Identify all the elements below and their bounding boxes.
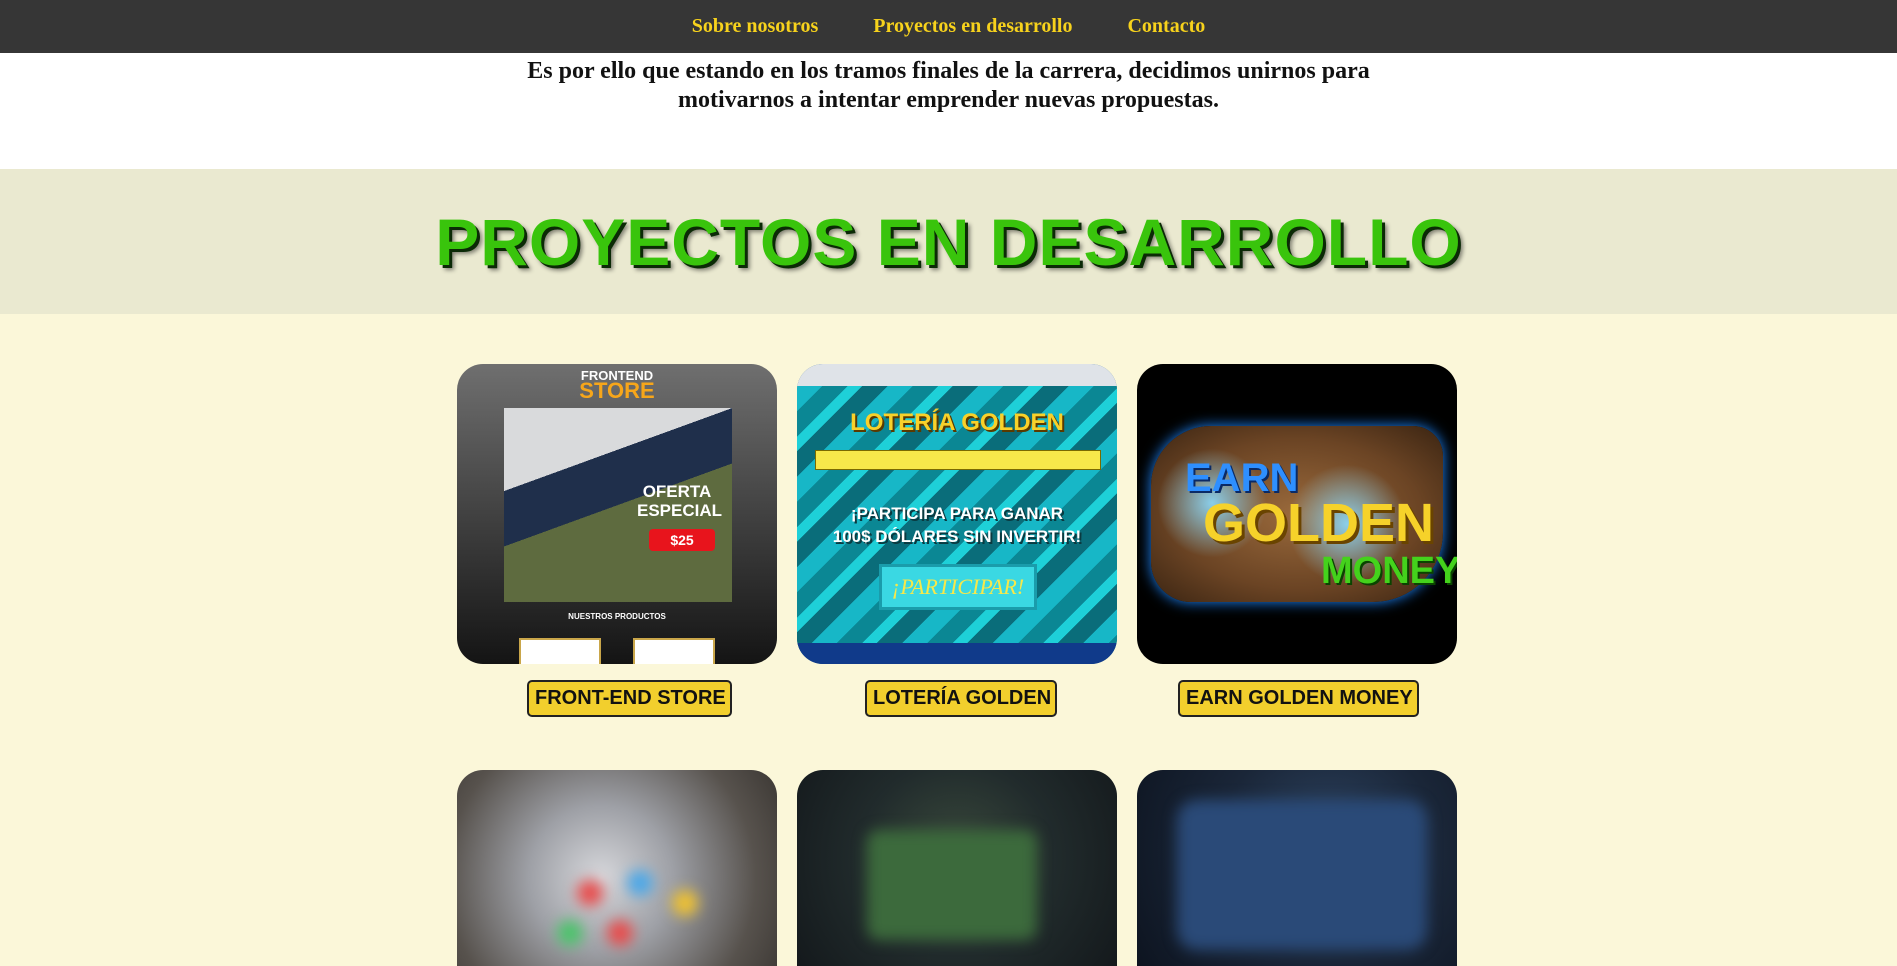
thumb-menu-bar bbox=[815, 450, 1101, 470]
project-card-frontend-store[interactable]: FRONTEND STORE OFERTA ESPECIAL $25 NUEST… bbox=[457, 364, 777, 664]
thumb-line-1: ¡PARTICIPA PARA GANAR bbox=[850, 504, 1064, 523]
thumb-offer-text: OFERTA ESPECIAL bbox=[637, 482, 723, 520]
project-card-blurred-code[interactable] bbox=[797, 770, 1117, 966]
project-button-loteria-golden[interactable]: LOTERÍA GOLDEN bbox=[865, 680, 1057, 717]
browser-bar bbox=[797, 364, 1117, 386]
nav-link-contacto[interactable]: Contacto bbox=[1127, 15, 1205, 38]
intro-section: Es por ello que estando en los tramos fi… bbox=[0, 53, 1897, 169]
project-button-frontend-store[interactable]: FRONT-END STORE bbox=[527, 680, 732, 717]
project-card-blurred-keyboard[interactable] bbox=[1137, 770, 1457, 966]
top-navigation: Sobre nosotros Proyectos en desarrollo C… bbox=[0, 0, 1897, 53]
taskbar bbox=[797, 643, 1117, 664]
thumb-word-golden: GOLDEN bbox=[1203, 493, 1435, 553]
thumb-line-2: 100$ DÓLARES SIN INVERTIR! bbox=[832, 527, 1082, 546]
project-card-blurred-phone[interactable] bbox=[457, 770, 777, 966]
projects-header-band: PROYECTOS EN DESARROLLO bbox=[0, 169, 1897, 314]
blur-keyboard bbox=[1177, 800, 1427, 950]
blur-icon bbox=[577, 880, 603, 906]
thumb-title: LOTERÍA GOLDEN bbox=[850, 409, 1064, 436]
project-button-earn-golden-money[interactable]: EARN GOLDEN MONEY bbox=[1178, 680, 1419, 717]
blur-icon bbox=[607, 920, 633, 946]
nav-link-sobre-nosotros[interactable]: Sobre nosotros bbox=[692, 15, 819, 38]
thumb-header-big: STORE bbox=[579, 378, 655, 403]
thumb-products-heading: NUESTROS PRODUCTOS bbox=[568, 612, 666, 621]
project-card-loteria-golden[interactable]: LOTERÍA GOLDEN ¡PARTICIPA PARA GANAR 100… bbox=[797, 364, 1117, 664]
section-title: PROYECTOS EN DESARROLLO bbox=[435, 205, 1462, 279]
intro-text: Es por ello que estando en los tramos fi… bbox=[527, 58, 1370, 113]
thumb-product-box bbox=[633, 638, 715, 664]
thumb-product-box bbox=[519, 638, 601, 664]
thumb-price-badge: $25 bbox=[649, 529, 715, 551]
project-card-earn-golden-money[interactable]: EARN GOLDEN MONEY bbox=[1137, 364, 1457, 664]
blur-icon bbox=[627, 870, 653, 896]
thumb-participar-button: ¡PARTICIPAR! bbox=[879, 564, 1037, 610]
nav-link-proyectos[interactable]: Proyectos en desarrollo bbox=[873, 15, 1072, 38]
blur-icon bbox=[672, 890, 698, 916]
blur-screen bbox=[867, 830, 1037, 940]
blur-icon bbox=[557, 920, 583, 946]
thumb-word-money: MONEY bbox=[1321, 550, 1457, 592]
